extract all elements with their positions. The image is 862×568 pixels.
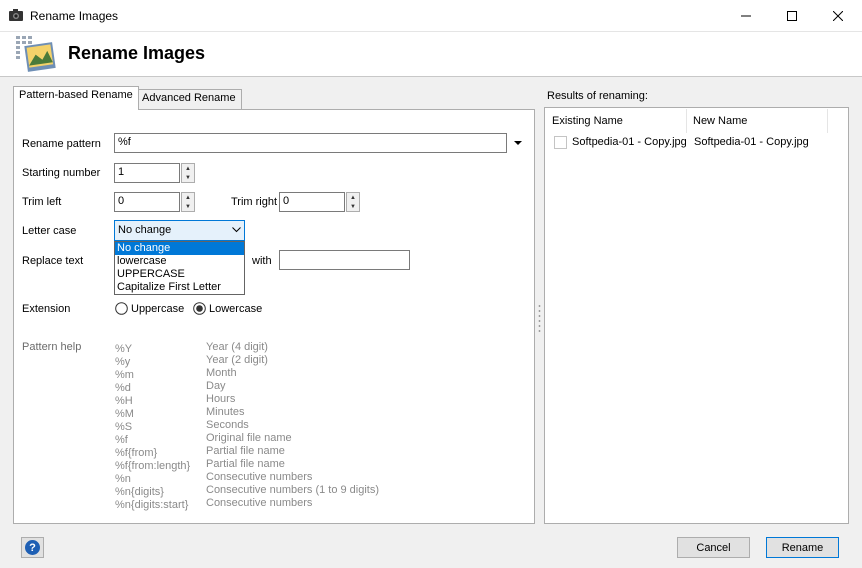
trim-right-input[interactable]: 0 bbox=[279, 192, 345, 212]
pattern-desc: Consecutive numbers bbox=[206, 497, 313, 509]
results-label: Results of renaming: bbox=[547, 90, 648, 102]
dropdown-option[interactable]: UPPERCASE bbox=[115, 268, 244, 281]
spin-up-icon[interactable]: ▲ bbox=[182, 193, 194, 202]
radio-lowercase[interactable] bbox=[193, 302, 206, 315]
minimize-icon bbox=[741, 15, 751, 16]
pattern-menu-arrow-icon[interactable] bbox=[513, 139, 523, 147]
pattern-help-row: %H Hours bbox=[115, 393, 475, 407]
rename-button[interactable]: Rename bbox=[766, 537, 839, 558]
results-list[interactable]: Existing Name New Name Softpedia-01 - Co… bbox=[544, 107, 849, 524]
window-title: Rename Images bbox=[30, 9, 119, 23]
pattern-help-row: %y Year (2 digit) bbox=[115, 354, 475, 368]
dropdown-option[interactable]: lowercase bbox=[115, 255, 244, 268]
extension-label: Extension bbox=[22, 303, 71, 315]
trim-left-input[interactable]: 0 bbox=[114, 192, 180, 212]
pattern-desc: Year (4 digit) bbox=[206, 341, 268, 353]
spin-up-icon[interactable]: ▲ bbox=[182, 164, 194, 173]
header-title: Rename Images bbox=[68, 43, 206, 63]
pattern-help-row: %f{from} Partial file name bbox=[115, 445, 475, 459]
pattern-help-row: %m Month bbox=[115, 367, 475, 381]
spin-down-icon[interactable]: ▼ bbox=[182, 173, 194, 182]
extension-uppercase-label[interactable]: Uppercase bbox=[131, 303, 184, 315]
pattern-desc: Minutes bbox=[206, 406, 245, 418]
pattern-help-row: %S Seconds bbox=[115, 419, 475, 433]
pattern-desc: Year (2 digit) bbox=[206, 354, 268, 366]
camera-icon bbox=[9, 9, 23, 21]
pattern-desc: Consecutive numbers bbox=[206, 471, 313, 483]
table-row[interactable]: Softpedia-01 - Copy.jpg Softpedia-01 - C… bbox=[546, 133, 828, 152]
dropdown-option[interactable]: Capitalize First Letter bbox=[115, 281, 244, 294]
letter-case-value: No change bbox=[118, 224, 172, 236]
trim-left-label: Trim left bbox=[22, 196, 62, 208]
column-header-new-name[interactable]: New Name bbox=[687, 109, 828, 133]
chevron-down-icon bbox=[232, 227, 241, 233]
pattern-desc: Original file name bbox=[206, 432, 292, 444]
row-checkbox[interactable] bbox=[554, 136, 567, 149]
dialog-header: Rename Images bbox=[0, 32, 862, 77]
pattern-help-row: %n{digits} Consecutive numbers (1 to 9 di… bbox=[115, 484, 475, 498]
tab-label: Pattern-based Rename bbox=[19, 89, 133, 101]
pattern-help-row: %d Day bbox=[115, 380, 475, 394]
starting-number-input[interactable]: 1 bbox=[114, 163, 180, 183]
radio-uppercase[interactable] bbox=[115, 302, 128, 315]
replace-with-input[interactable] bbox=[279, 250, 410, 270]
tab-advanced-rename[interactable]: Advanced Rename bbox=[136, 89, 242, 110]
new-name-cell: Softpedia-01 - Copy.jpg bbox=[694, 136, 809, 148]
spin-down-icon[interactable]: ▼ bbox=[347, 202, 359, 211]
rename-images-icon bbox=[16, 36, 56, 72]
pattern-desc: Hours bbox=[206, 393, 236, 405]
pattern-help-table: %Y Year (4 digit) %y Year (2 digit) %m Mont… bbox=[115, 341, 475, 511]
maximize-button[interactable] bbox=[769, 0, 815, 31]
with-label: with bbox=[252, 255, 272, 267]
spin-up-icon[interactable]: ▲ bbox=[347, 193, 359, 202]
existing-name-cell: Softpedia-01 - Copy.jpg bbox=[572, 136, 687, 148]
help-icon: ? bbox=[25, 540, 40, 555]
column-header-existing-name[interactable]: Existing Name bbox=[546, 109, 687, 133]
pattern-desc: Day bbox=[206, 380, 226, 392]
dropdown-option[interactable]: No change bbox=[115, 242, 244, 255]
spin-down-icon[interactable]: ▼ bbox=[182, 202, 194, 211]
pattern-desc: Month bbox=[206, 367, 237, 379]
cancel-button[interactable]: Cancel bbox=[677, 537, 750, 558]
replace-text-label: Replace text bbox=[22, 255, 84, 267]
pattern-desc: Partial file name bbox=[206, 445, 285, 457]
pattern-key: %n{digits:start} bbox=[115, 499, 189, 511]
pattern-help-row: %f Original file name bbox=[115, 432, 475, 446]
title-bar: Rename Images bbox=[0, 0, 862, 32]
close-button[interactable] bbox=[815, 0, 861, 31]
pattern-help-row: %n{digits:start} Consecutive numbers bbox=[115, 497, 475, 511]
starting-number-label: Starting number bbox=[22, 167, 101, 179]
tab-label: Advanced Rename bbox=[142, 92, 236, 104]
rename-pattern-label: Rename pattern bbox=[22, 138, 101, 150]
splitter-grip-icon bbox=[538, 305, 541, 332]
starting-number-stepper[interactable]: ▲ ▼ bbox=[181, 163, 195, 183]
close-icon bbox=[833, 10, 843, 21]
trim-right-label: Trim right bbox=[231, 196, 278, 208]
extension-lowercase-label[interactable]: Lowercase bbox=[209, 303, 262, 315]
letter-case-label: Letter case bbox=[22, 225, 77, 237]
pattern-help-row: %Y Year (4 digit) bbox=[115, 341, 475, 355]
trim-right-stepper[interactable]: ▲ ▼ bbox=[346, 192, 360, 212]
trim-left-stepper[interactable]: ▲ ▼ bbox=[181, 192, 195, 212]
panel-splitter[interactable] bbox=[538, 303, 541, 333]
tab-pattern-based-rename[interactable]: Pattern-based Rename bbox=[13, 86, 139, 110]
letter-case-dropdown-list: No change lowercase UPPERCASE Capitalize… bbox=[114, 241, 245, 295]
maximize-icon bbox=[787, 10, 797, 21]
pattern-desc: Seconds bbox=[206, 419, 249, 431]
help-button[interactable]: ? bbox=[21, 537, 44, 558]
letter-case-select[interactable]: No change bbox=[114, 220, 245, 241]
minimize-button[interactable] bbox=[723, 0, 769, 31]
pattern-help-row: %n Consecutive numbers bbox=[115, 471, 475, 485]
pattern-desc: Partial file name bbox=[206, 458, 285, 470]
pattern-desc: Consecutive numbers (1 to 9 digits) bbox=[206, 484, 380, 496]
pattern-help-label: Pattern help bbox=[22, 341, 82, 353]
pattern-help-row: %M Minutes bbox=[115, 406, 475, 420]
rename-pattern-input[interactable]: %f bbox=[114, 133, 507, 153]
pattern-help-row: %f{from:length} Partial file name bbox=[115, 458, 475, 472]
